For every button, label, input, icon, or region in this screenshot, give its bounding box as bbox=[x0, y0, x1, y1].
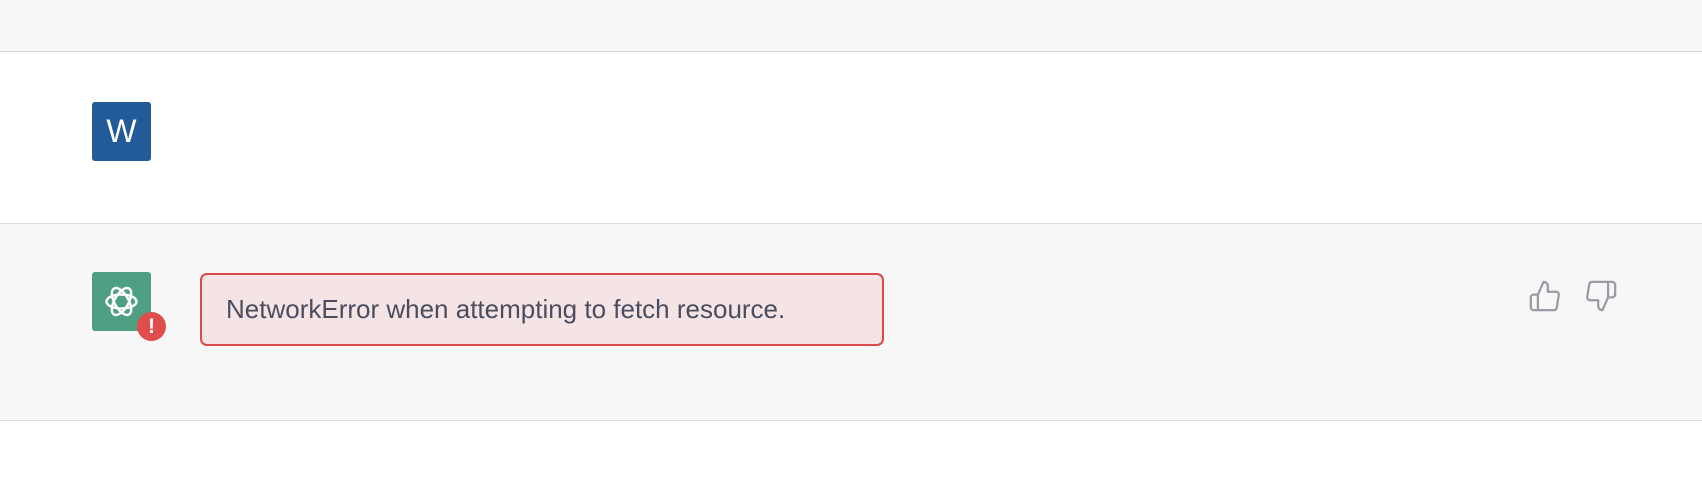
thumbs-down-button[interactable] bbox=[1584, 278, 1618, 314]
thumbs-down-icon bbox=[1586, 280, 1617, 312]
error-message-box: NetworkError when attempting to fetch re… bbox=[200, 273, 884, 346]
openai-logo-icon bbox=[105, 286, 138, 317]
error-badge: ! bbox=[137, 312, 166, 341]
assistant-message-row: ! NetworkError when attempting to fetch … bbox=[0, 224, 1702, 421]
thumbs-up-button[interactable] bbox=[1528, 278, 1562, 314]
previous-message-strip bbox=[0, 0, 1702, 52]
user-message-text-blurred bbox=[198, 106, 588, 150]
user-avatar: W bbox=[92, 102, 151, 161]
user-message-row: W bbox=[0, 52, 1702, 224]
thumbs-up-icon bbox=[1529, 280, 1560, 312]
error-message-text: NetworkError when attempting to fetch re… bbox=[226, 294, 786, 324]
